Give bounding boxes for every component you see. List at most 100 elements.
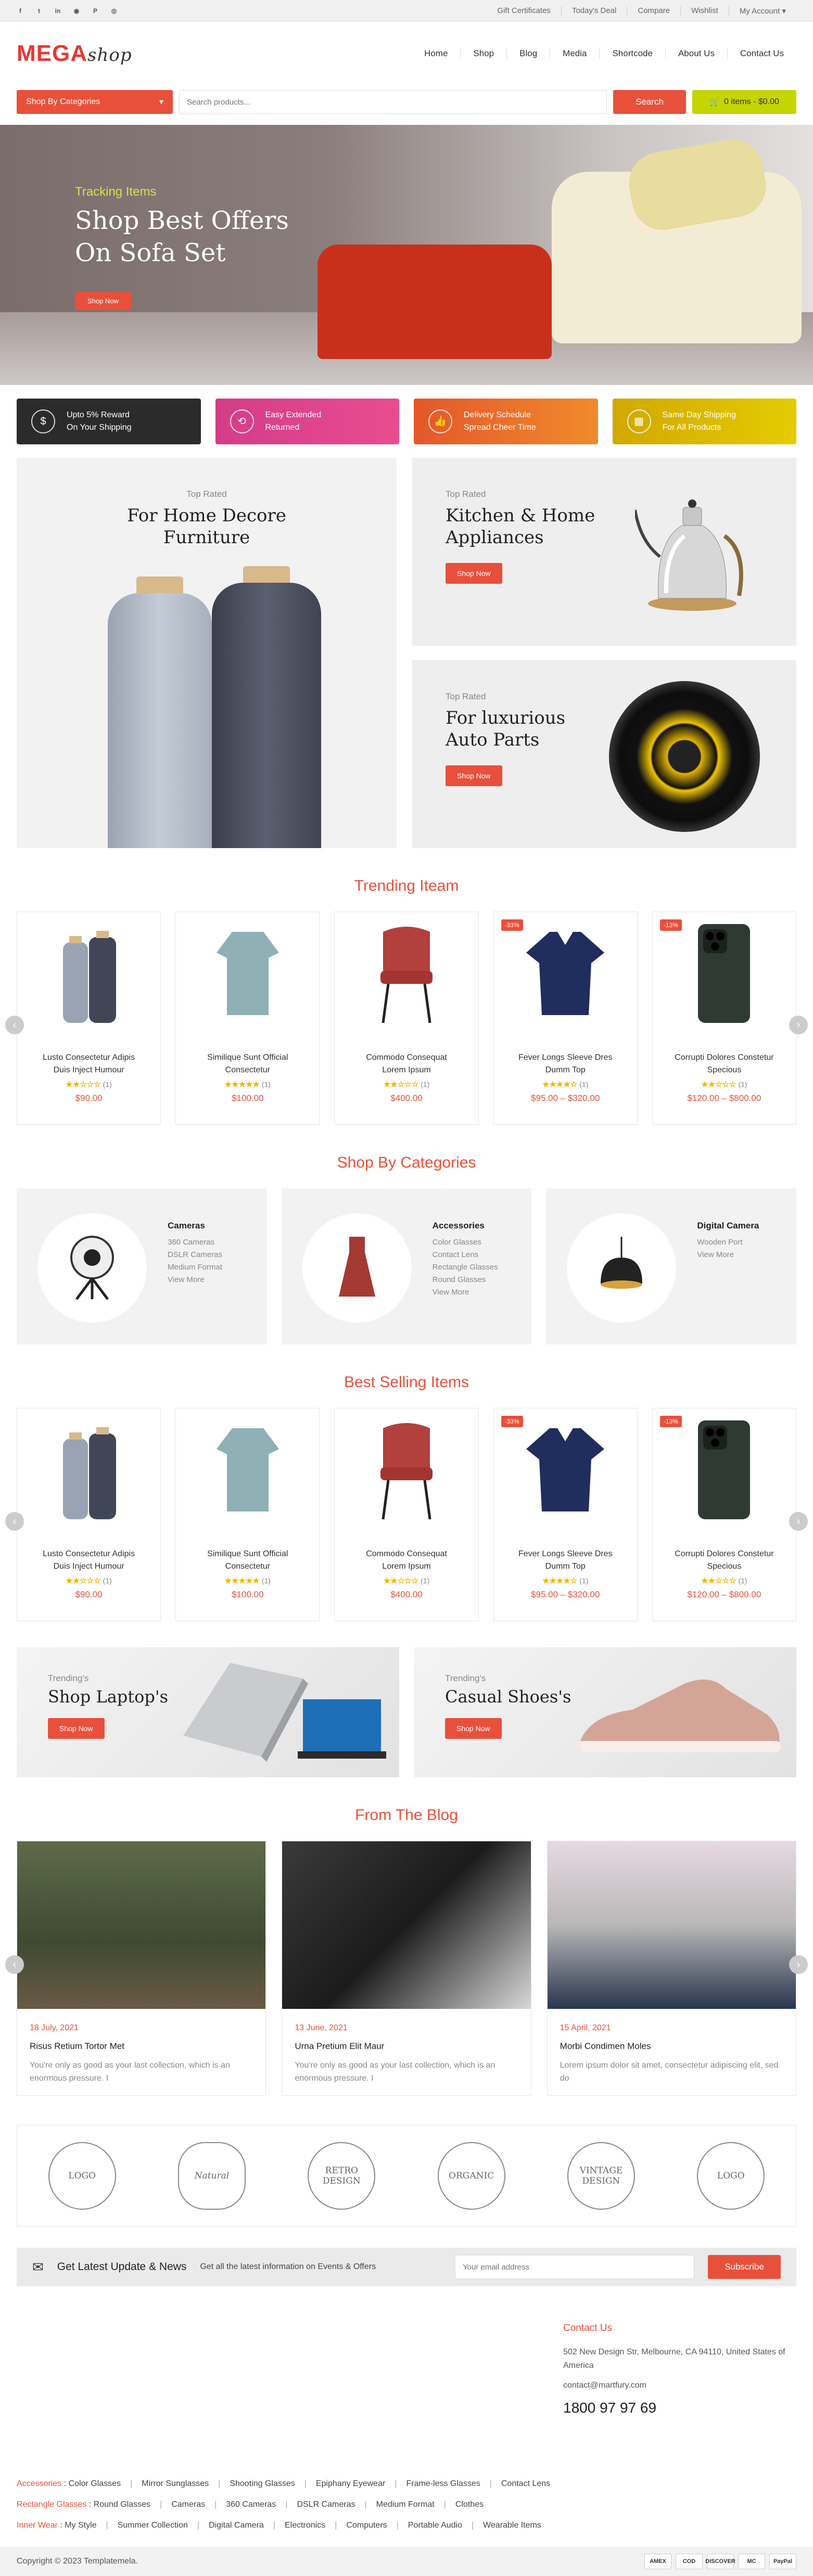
top-link-compare[interactable]: Compare [627,6,680,16]
twitter-icon[interactable]: t [35,7,43,15]
footer-link[interactable]: Mirror Sunglasses [142,2479,209,2488]
laptop-shop-button[interactable]: Shop Now [48,1718,105,1739]
contact-email[interactable]: contact@martfury.com [563,2379,792,2392]
category-link[interactable]: Medium Format [168,1261,222,1274]
footer-link[interactable]: DSLR Cameras [297,2500,355,2509]
category-name[interactable]: Cameras [168,1221,222,1231]
footer-row-head[interactable]: Accessories [17,2479,61,2488]
top-link-deal[interactable]: Today's Deal [561,6,627,16]
product-card[interactable]: Similique Sunt Official Consectetur ★★★★★… [175,912,320,1125]
footer-link[interactable]: Cameras [171,2500,205,2509]
category-link[interactable]: Round Glasses [433,1274,498,1286]
carousel-next-arrow[interactable]: › [789,1512,808,1531]
footer-link[interactable]: 360 Cameras [226,2500,276,2509]
brand-logo[interactable]: LOGO [697,2142,765,2210]
top-link-gift[interactable]: Gift Certificates [487,6,561,16]
footer-link[interactable]: Electronics [285,2521,325,2530]
footer-link[interactable]: Summer Collection [118,2521,188,2530]
carousel-prev-arrow[interactable]: ‹ [5,1955,24,1974]
product-card[interactable]: Lusto Consectetur Adipis Duis Inject Humo… [17,1408,161,1621]
footer-link[interactable]: Round Glasses [94,2500,150,2509]
linkedin-icon[interactable]: in [54,7,61,15]
footer-link[interactable]: Wearable Items [483,2521,541,2530]
carousel-prev-arrow[interactable]: ‹ [5,1016,24,1034]
shoes-shop-button[interactable]: Shop Now [445,1718,502,1739]
rss-icon[interactable]: ◉ [73,7,80,15]
nav-media[interactable]: Media [550,48,599,59]
auto-shop-button[interactable]: Shop Now [446,765,502,786]
category-view-more[interactable]: View More [433,1286,498,1299]
promo-home-decor[interactable]: Top Rated For Home Decore Furniture [17,458,397,848]
subscribe-button[interactable]: Subscribe [708,2255,781,2279]
hero-shop-button[interactable]: Shop Now [75,292,131,310]
category-name[interactable]: Accessories [433,1221,498,1231]
footer-link[interactable]: Shooting Glasses [230,2479,295,2488]
carousel-next-arrow[interactable]: › [789,1016,808,1034]
nav-shop[interactable]: Shop [460,48,506,59]
product-card[interactable]: Similique Sunt Official Consectetur ★★★★★… [175,1408,320,1621]
site-logo[interactable]: MEGAshop [17,41,132,67]
search-button[interactable]: Search [613,90,686,114]
blog-post[interactable]: 13 June, 2021 Urna Pretium Elit Maur You… [282,1841,531,2096]
category-link[interactable]: Rectangle Glasses [433,1261,498,1274]
blog-post-title[interactable]: Morbi Condimen Moles [560,2041,783,2052]
category-link[interactable]: DSLR Cameras [168,1249,222,1261]
category-link[interactable]: 360 Cameras [168,1236,222,1249]
footer-row-head[interactable]: Rectangle Glasses [17,2500,86,2509]
brand-logo[interactable]: RETRO DESIGN [308,2142,376,2210]
facebook-icon[interactable]: f [17,7,24,15]
category-link[interactable]: Contact Lens [433,1249,498,1261]
brand-logo[interactable]: VINTAGE DESIGN [567,2142,635,2210]
category-link[interactable]: Wooden Port [697,1236,759,1249]
category-dropdown[interactable]: Shop By Categories ▾ [17,90,173,114]
copyright-bar: Copyright © 2023 Templatemela. AMEX COD … [0,2547,813,2576]
nav-contact[interactable]: Contact Us [727,48,796,59]
product-card[interactable]: Commodo Consequat Lorem Ipsum ★★☆☆☆ (1) $4… [334,912,479,1125]
footer-link[interactable]: My Style [65,2521,96,2530]
brand-logo[interactable]: LOGO [48,2142,116,2210]
footer-link[interactable]: Epiphany Eyewear [316,2479,385,2488]
product-card[interactable]: Commodo Consequat Lorem Ipsum ★★☆☆☆ (1) $4… [334,1408,479,1621]
product-card[interactable]: -13% Corrupti Dolores Constetur Specious … [652,912,797,1125]
kitchen-shop-button[interactable]: Shop Now [446,563,502,584]
instagram-icon[interactable]: ◎ [110,7,118,15]
category-name[interactable]: Digital Camera [697,1221,759,1231]
top-link-account[interactable]: My Account ▾ [728,6,796,16]
cart-button[interactable]: 🛒 0 items - $0.00 [692,90,796,114]
product-card[interactable]: -33% Fever Longs Sleeve Dres Dumm Top ★★★… [493,912,638,1125]
product-card[interactable]: -13% Corrupti Dolores Constetur Specious … [652,1408,797,1621]
newsletter-email-input[interactable] [455,2255,694,2279]
carousel-prev-arrow[interactable]: ‹ [5,1512,24,1531]
footer-link[interactable]: Frame-less Glasses [406,2479,480,2488]
product-card[interactable]: -33% Fever Longs Sleeve Dres Dumm Top ★★★… [493,1408,638,1621]
footer-link[interactable]: Digital Camera [209,2521,264,2530]
top-link-wishlist[interactable]: Wishlist [680,6,729,16]
blog-post-title[interactable]: Risus Retium Tortor Met [30,2041,253,2052]
footer-link[interactable]: Medium Format [376,2500,435,2509]
footer-row-head[interactable]: Inner Wear [17,2521,58,2530]
category-view-more[interactable]: View More [168,1274,222,1286]
brand-logo[interactable]: ORGANIC [437,2142,505,2210]
search-input[interactable] [179,90,607,114]
nav-home[interactable]: Home [412,48,460,59]
nav-blog[interactable]: Blog [506,48,550,59]
blog-post[interactable]: 18 July, 2021 Risus Retium Tortor Met Yo… [17,1841,266,2096]
blog-post-title[interactable]: Urna Pretium Elit Maur [295,2041,518,2052]
hero-subtitle: Tracking Items [75,185,157,199]
product-card[interactable]: Lusto Consectetur Adipis Duis Inject Humo… [17,912,161,1125]
category-view-more[interactable]: View More [697,1249,759,1261]
hero-text: Tracking Items Shop Best Offers On Sofa S… [75,185,289,310]
blog-post[interactable]: 15 April, 2021 Morbi Condimen Moles Lore… [547,1841,796,2096]
footer-link[interactable]: Clothes [455,2500,484,2509]
contact-phone[interactable]: 1800 97 97 69 [563,2400,792,2416]
footer-link[interactable]: Contact Lens [501,2479,550,2488]
footer-link[interactable]: Portable Audio [408,2521,462,2530]
carousel-next-arrow[interactable]: › [789,1955,808,1974]
nav-shortcode[interactable]: Shortcode [599,48,665,59]
pinterest-icon[interactable]: P [92,7,99,15]
footer-link[interactable]: Color Glasses [69,2479,121,2488]
category-link[interactable]: Color Glasses [433,1236,498,1249]
nav-about[interactable]: About Us [665,48,727,59]
brand-logo[interactable]: Natural [177,2142,246,2210]
footer-link[interactable]: Computers [346,2521,387,2530]
